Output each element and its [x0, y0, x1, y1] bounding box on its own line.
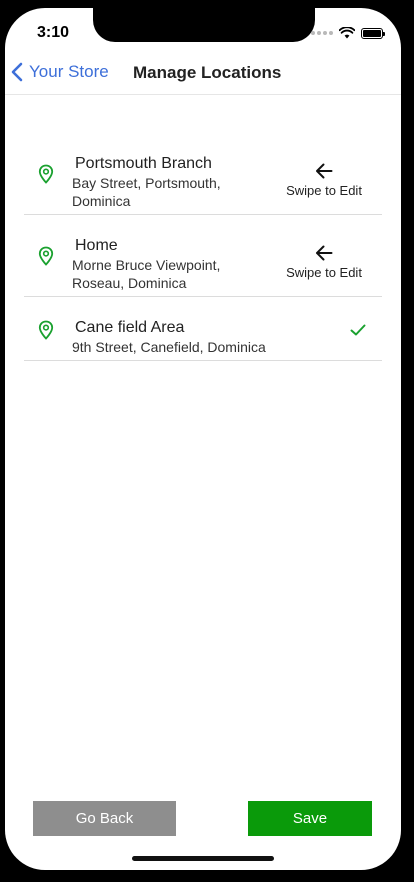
locations-list: Portsmouth Branch Bay Street, Portsmouth…	[24, 133, 382, 361]
save-button[interactable]: Save	[248, 801, 372, 836]
app-screen: 3:10 Your Store Manage Locations Portsmo…	[5, 8, 401, 870]
wifi-icon	[339, 27, 355, 39]
location-address: 9th Street, Canefield, Dominica	[72, 339, 266, 355]
location-pin-icon	[38, 164, 54, 184]
arrow-left-icon	[316, 245, 333, 261]
location-row-portsmouth-branch[interactable]: Portsmouth Branch Bay Street, Portsmouth…	[24, 133, 382, 215]
home-indicator	[132, 856, 274, 861]
swipe-to-edit-hint[interactable]: Swipe to Edit	[279, 163, 369, 198]
notch	[93, 8, 315, 42]
go-back-button[interactable]: Go Back	[33, 801, 176, 836]
location-address: Bay Street, Portsmouth, Dominica	[72, 175, 221, 209]
signal-icon	[311, 31, 333, 35]
location-name: Cane field Area	[75, 319, 185, 336]
navigation-bar: Your Store Manage Locations	[5, 52, 401, 95]
location-pin-icon	[38, 320, 54, 340]
page-title: Manage Locations	[133, 63, 282, 82]
location-row-cane-field-area[interactable]: Cane field Area 9th Street, Canefield, D…	[24, 297, 382, 361]
status-indicators	[311, 26, 385, 40]
location-row-home[interactable]: Home Morne Bruce Viewpoint, Roseau, Domi…	[24, 215, 382, 297]
checkmark-icon	[350, 324, 366, 336]
back-button[interactable]: Your Store	[11, 62, 109, 82]
swipe-to-edit-label: Swipe to Edit	[286, 265, 362, 280]
battery-icon	[361, 27, 385, 39]
swipe-to-edit-label: Swipe to Edit	[286, 183, 362, 198]
status-time: 3:10	[37, 24, 70, 41]
location-name: Portsmouth Branch	[75, 155, 212, 172]
location-pin-icon	[38, 246, 54, 266]
chevron-left-icon	[11, 62, 23, 82]
back-button-label: Your Store	[29, 62, 109, 81]
arrow-left-icon	[316, 163, 333, 179]
location-name: Home	[75, 237, 118, 254]
location-address: Morne Bruce Viewpoint, Roseau, Dominica	[72, 257, 221, 291]
device-frame: 3:10 Your Store Manage Locations Portsmo…	[0, 0, 414, 882]
swipe-to-edit-hint[interactable]: Swipe to Edit	[279, 245, 369, 280]
